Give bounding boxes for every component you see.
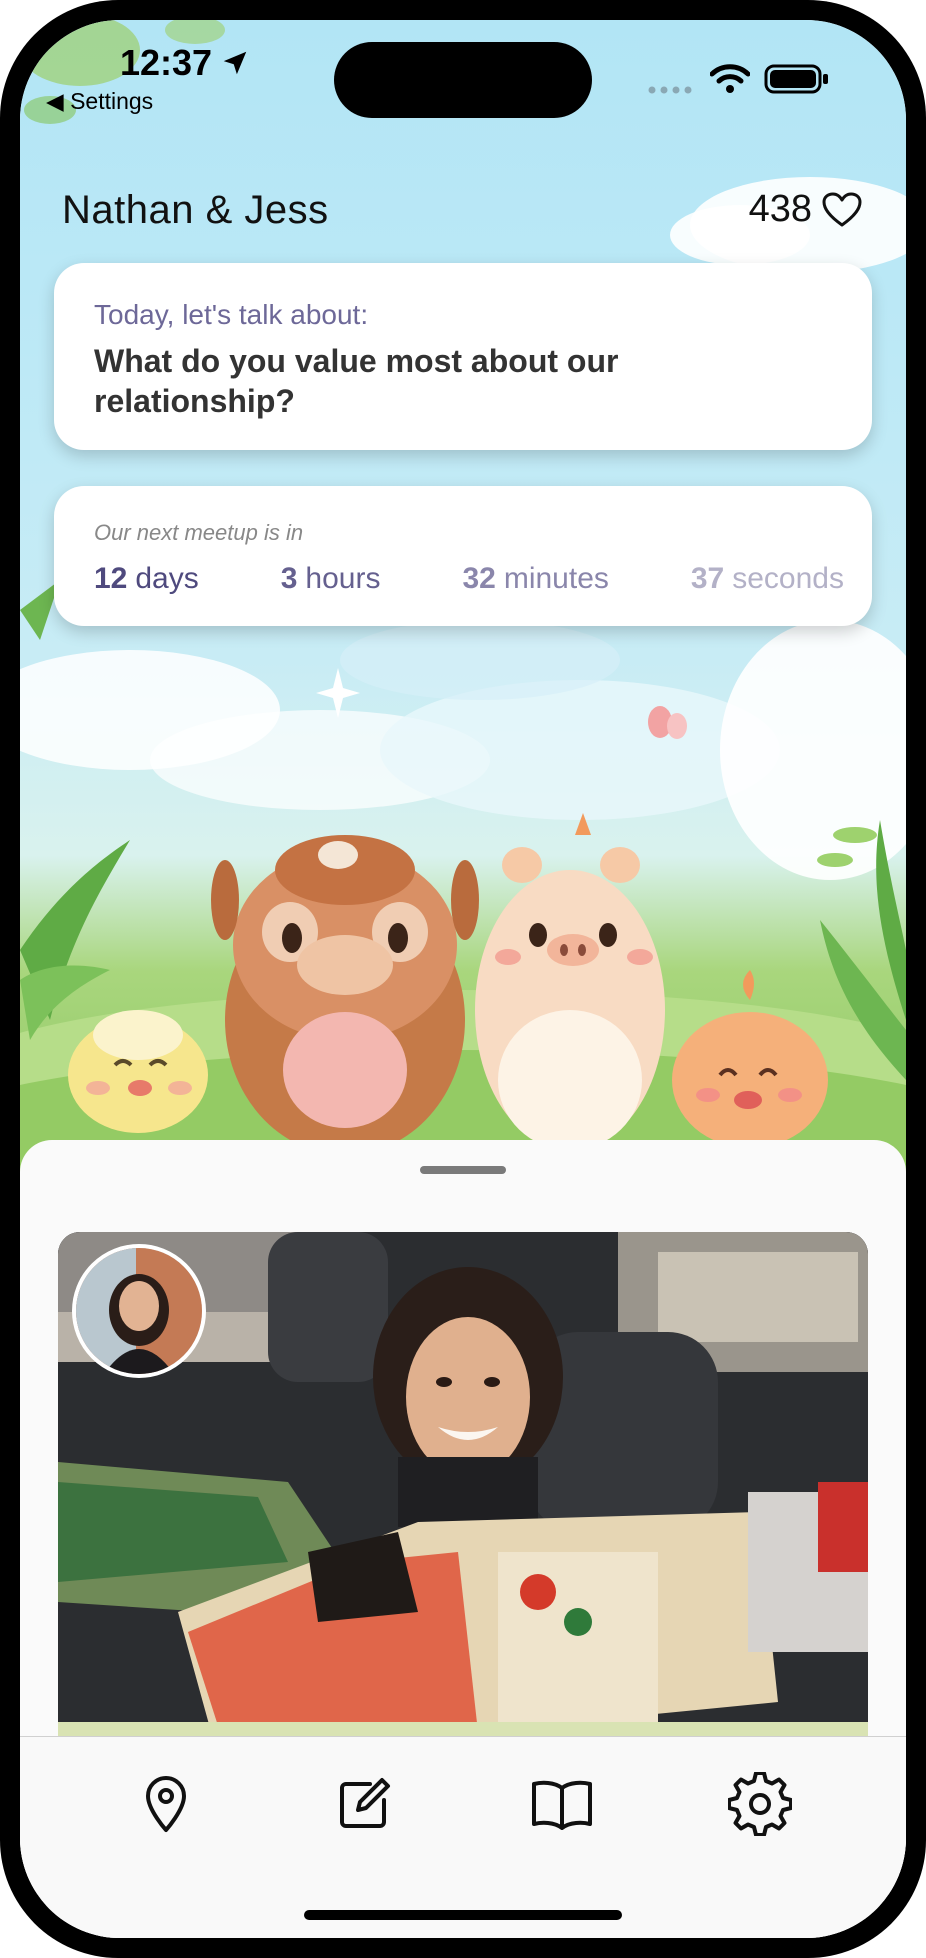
countdown-minutes-unit: minutes: [503, 562, 609, 595]
heart-icon: [822, 192, 862, 226]
countdown-minutes: 32 minutes: [462, 562, 608, 596]
topic-label: Today, let's talk about:: [94, 299, 369, 330]
daily-topic-card[interactable]: Today, let's talk about: What do you val…: [54, 263, 872, 450]
countdown-seconds-unit: seconds: [732, 562, 844, 595]
settings-gear-icon: [727, 1771, 793, 1837]
tab-bar: [20, 1736, 906, 1938]
edit-note-icon: [340, 1778, 390, 1828]
countdown-hours: 3 hours: [281, 562, 381, 596]
countdown-seconds-value: 37: [690, 562, 725, 595]
phone-frame: 12:37 ◀ Settings Nathan & Jess 438 Today…: [0, 0, 926, 1958]
heart-count: 438: [748, 188, 812, 230]
countdown-days-unit: days: [135, 562, 199, 595]
heart-counter[interactable]: 438: [749, 188, 862, 231]
countdown-minutes-value: 32: [462, 562, 496, 595]
sheet-drag-handle[interactable]: [420, 1166, 506, 1174]
countdown-days: 12 days: [94, 562, 199, 596]
partner-avatar[interactable]: [72, 1244, 206, 1378]
tab-write[interactable]: [332, 1772, 396, 1836]
countdown-seconds: 37 seconds: [691, 562, 844, 596]
back-to-settings-link[interactable]: ◀ Settings: [46, 88, 153, 115]
status-time: 12:37: [120, 42, 213, 83]
battery-icon: [764, 64, 828, 94]
dynamic-island: [334, 42, 592, 118]
countdown-hours-value: 3: [280, 562, 298, 595]
home-indicator[interactable]: [304, 1910, 622, 1920]
topic-question: What do you value most about our relatio…: [94, 343, 619, 419]
book-icon: [532, 1780, 592, 1830]
wifi-icon: [710, 64, 750, 93]
countdown-days-value: 12: [94, 562, 128, 595]
meetup-countdown-card[interactable]: Our next meetup is in 12 days 3 hours 32 mi…: [54, 486, 872, 626]
screen: 12:37 ◀ Settings Nathan & Jess 438 Today…: [20, 20, 906, 1938]
meetup-label: Our next meetup is in: [94, 520, 304, 545]
location-arrow-icon: [223, 51, 247, 75]
countdown-hours-unit: hours: [305, 562, 381, 595]
tab-journal[interactable]: [530, 1772, 594, 1836]
map-pin-icon: [146, 1776, 186, 1832]
couple-title: Nathan & Jess: [62, 188, 329, 232]
cellular-signal-icon: [648, 86, 692, 94]
tab-settings[interactable]: [727, 1771, 793, 1837]
countdown: 12 days 3 hours 32 minutes 37 seconds: [94, 562, 844, 596]
tab-map[interactable]: [134, 1772, 198, 1836]
